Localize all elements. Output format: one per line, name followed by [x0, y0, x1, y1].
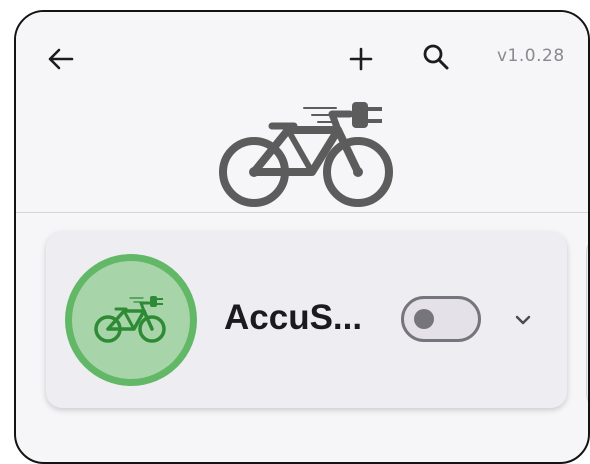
app-header: v1.0.28 [16, 12, 588, 213]
device-card[interactable]: AccuS... [46, 232, 567, 408]
arrow-left-icon [48, 48, 74, 70]
plus-icon [349, 47, 373, 71]
version-label: v1.0.28 [497, 46, 565, 66]
add-button[interactable] [344, 42, 378, 76]
app-frame: v1.0.28 AccuS... [14, 10, 590, 464]
device-toggle[interactable] [401, 296, 481, 342]
electric-bike-plug-icon [219, 102, 393, 207]
electric-bike-icon [94, 296, 166, 343]
toggle-knob [414, 309, 434, 329]
back-button[interactable] [44, 42, 78, 76]
chevron-down-icon[interactable] [512, 312, 534, 328]
device-avatar [72, 261, 190, 379]
search-button[interactable] [419, 40, 453, 74]
next-device-card-edge[interactable] [586, 238, 588, 408]
search-icon [423, 44, 449, 70]
device-name: AccuS... [224, 298, 363, 337]
